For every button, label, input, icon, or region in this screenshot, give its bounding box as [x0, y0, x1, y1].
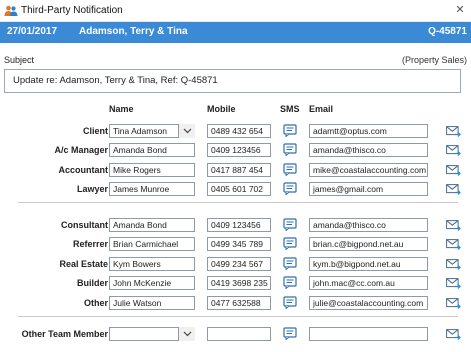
chevron-down-icon[interactable]: [178, 327, 195, 341]
col-email: Email: [309, 104, 334, 114]
email-field-client[interactable]: adamtt@optus.com: [309, 124, 428, 138]
mail-icon[interactable]: [446, 328, 461, 340]
sms-icon[interactable]: [283, 182, 298, 196]
col-name: Name: [109, 104, 134, 114]
header-ref: Q-45871: [428, 26, 467, 37]
window-title: Third-Party Notification: [21, 5, 123, 16]
mobile-field-consultant[interactable]: 0409 123456: [207, 218, 271, 232]
mail-icon[interactable]: [446, 125, 461, 137]
email-field-builder[interactable]: john.mac@cc.com.au: [309, 276, 428, 290]
sms-icon[interactable]: [283, 237, 298, 251]
sms-icon[interactable]: [283, 327, 298, 341]
email-field-lawyer[interactable]: james@gmail.com: [309, 182, 428, 196]
sms-icon[interactable]: [283, 276, 298, 290]
row-label-other-team-member: Other Team Member: [21, 329, 108, 339]
row-label-referrer: Referrer: [72, 239, 108, 249]
name-field-lawyer[interactable]: James Munroe: [109, 182, 195, 196]
subject-category: (Property Sales): [401, 55, 467, 65]
mobile-field-other[interactable]: 0477 632588: [207, 296, 271, 310]
sms-icon[interactable]: [283, 296, 298, 310]
name-field-referrer[interactable]: Brian Carmichael: [109, 237, 195, 251]
col-sms: SMS: [280, 104, 300, 114]
mail-icon[interactable]: [446, 183, 461, 195]
mail-icon[interactable]: [446, 144, 461, 156]
mobile-field-client[interactable]: 0489 432 654: [207, 124, 271, 138]
sms-icon[interactable]: [283, 143, 298, 157]
mobile-field-a-c-manager[interactable]: 0409 123456: [207, 143, 271, 157]
mobile-field-referrer[interactable]: 0499 345 789: [207, 237, 271, 251]
email-field-accountant[interactable]: mike@coastalaccounting.com: [309, 163, 428, 177]
mobile-field-real-estate[interactable]: 0499 234 567: [207, 257, 271, 271]
email-field-referrer[interactable]: brian.c@bigpond.net.au: [309, 237, 428, 251]
header-client: Adamson, Terry & Tina: [79, 26, 188, 37]
email-field-consultant[interactable]: amanda@thisco.co: [309, 218, 428, 232]
row-label-real-estate: Real Estate: [59, 259, 108, 269]
sms-icon[interactable]: [283, 124, 298, 138]
mobile-field-other-team-member[interactable]: [207, 327, 271, 341]
row-label-client: Client: [82, 126, 108, 136]
name-field-builder[interactable]: John McKenzie: [109, 276, 195, 290]
row-label-builder: Builder: [76, 278, 108, 288]
subject-label: Subject: [4, 55, 35, 65]
row-label-accountant: Accountant: [58, 165, 109, 175]
mail-icon[interactable]: [446, 297, 461, 309]
email-field-real-estate[interactable]: kym.b@bigpond.net.au: [309, 257, 428, 271]
name-field-other[interactable]: Julie Watson: [109, 296, 195, 310]
col-mobile: Mobile: [207, 104, 236, 114]
row-label-consultant: Consultant: [61, 220, 108, 230]
mobile-field-accountant[interactable]: 0417 887 454: [207, 163, 271, 177]
mobile-field-builder[interactable]: 0419 3698 235: [207, 276, 271, 290]
email-field-other[interactable]: julie@coastalaccounting.com: [309, 296, 428, 310]
section-divider: [18, 316, 458, 317]
sms-icon[interactable]: [283, 218, 298, 232]
mail-icon[interactable]: [446, 277, 461, 289]
close-icon[interactable]: ✕: [453, 3, 467, 17]
mail-icon[interactable]: [446, 258, 461, 270]
mail-icon[interactable]: [446, 238, 461, 250]
name-field-real-estate[interactable]: Kym Bowers: [109, 257, 195, 271]
name-field-a-c-manager[interactable]: Amanda Bond: [109, 143, 195, 157]
mobile-field-lawyer[interactable]: 0405 601 702: [207, 182, 271, 196]
sms-icon[interactable]: [283, 163, 298, 177]
mail-icon[interactable]: [446, 219, 461, 231]
header-date: 27/01/2017: [7, 26, 58, 37]
name-field-consultant[interactable]: Amanda Bond: [109, 218, 195, 232]
section-divider: [18, 202, 458, 203]
row-label-lawyer: Lawyer: [76, 184, 108, 194]
email-field-a-c-manager[interactable]: amanda@thisco.co: [309, 143, 428, 157]
row-label-other: Other: [83, 298, 108, 308]
people-icon: [4, 5, 18, 16]
name-field-accountant[interactable]: Mike Rogers: [109, 163, 195, 177]
mail-icon[interactable]: [446, 164, 461, 176]
row-label-a-c-manager: A/c Manager: [54, 145, 108, 155]
email-field-other-team-member[interactable]: [309, 327, 428, 341]
chevron-down-icon[interactable]: [178, 124, 195, 138]
sms-icon[interactable]: [283, 257, 298, 271]
subject-input[interactable]: Update re: Adamson, Terry & Tina, Ref: Q…: [4, 69, 461, 93]
header-bar: 27/01/2017 Adamson, Terry & Tina Q-45871: [0, 22, 471, 43]
window-titlebar: Third-Party Notification ✕: [0, 0, 471, 22]
